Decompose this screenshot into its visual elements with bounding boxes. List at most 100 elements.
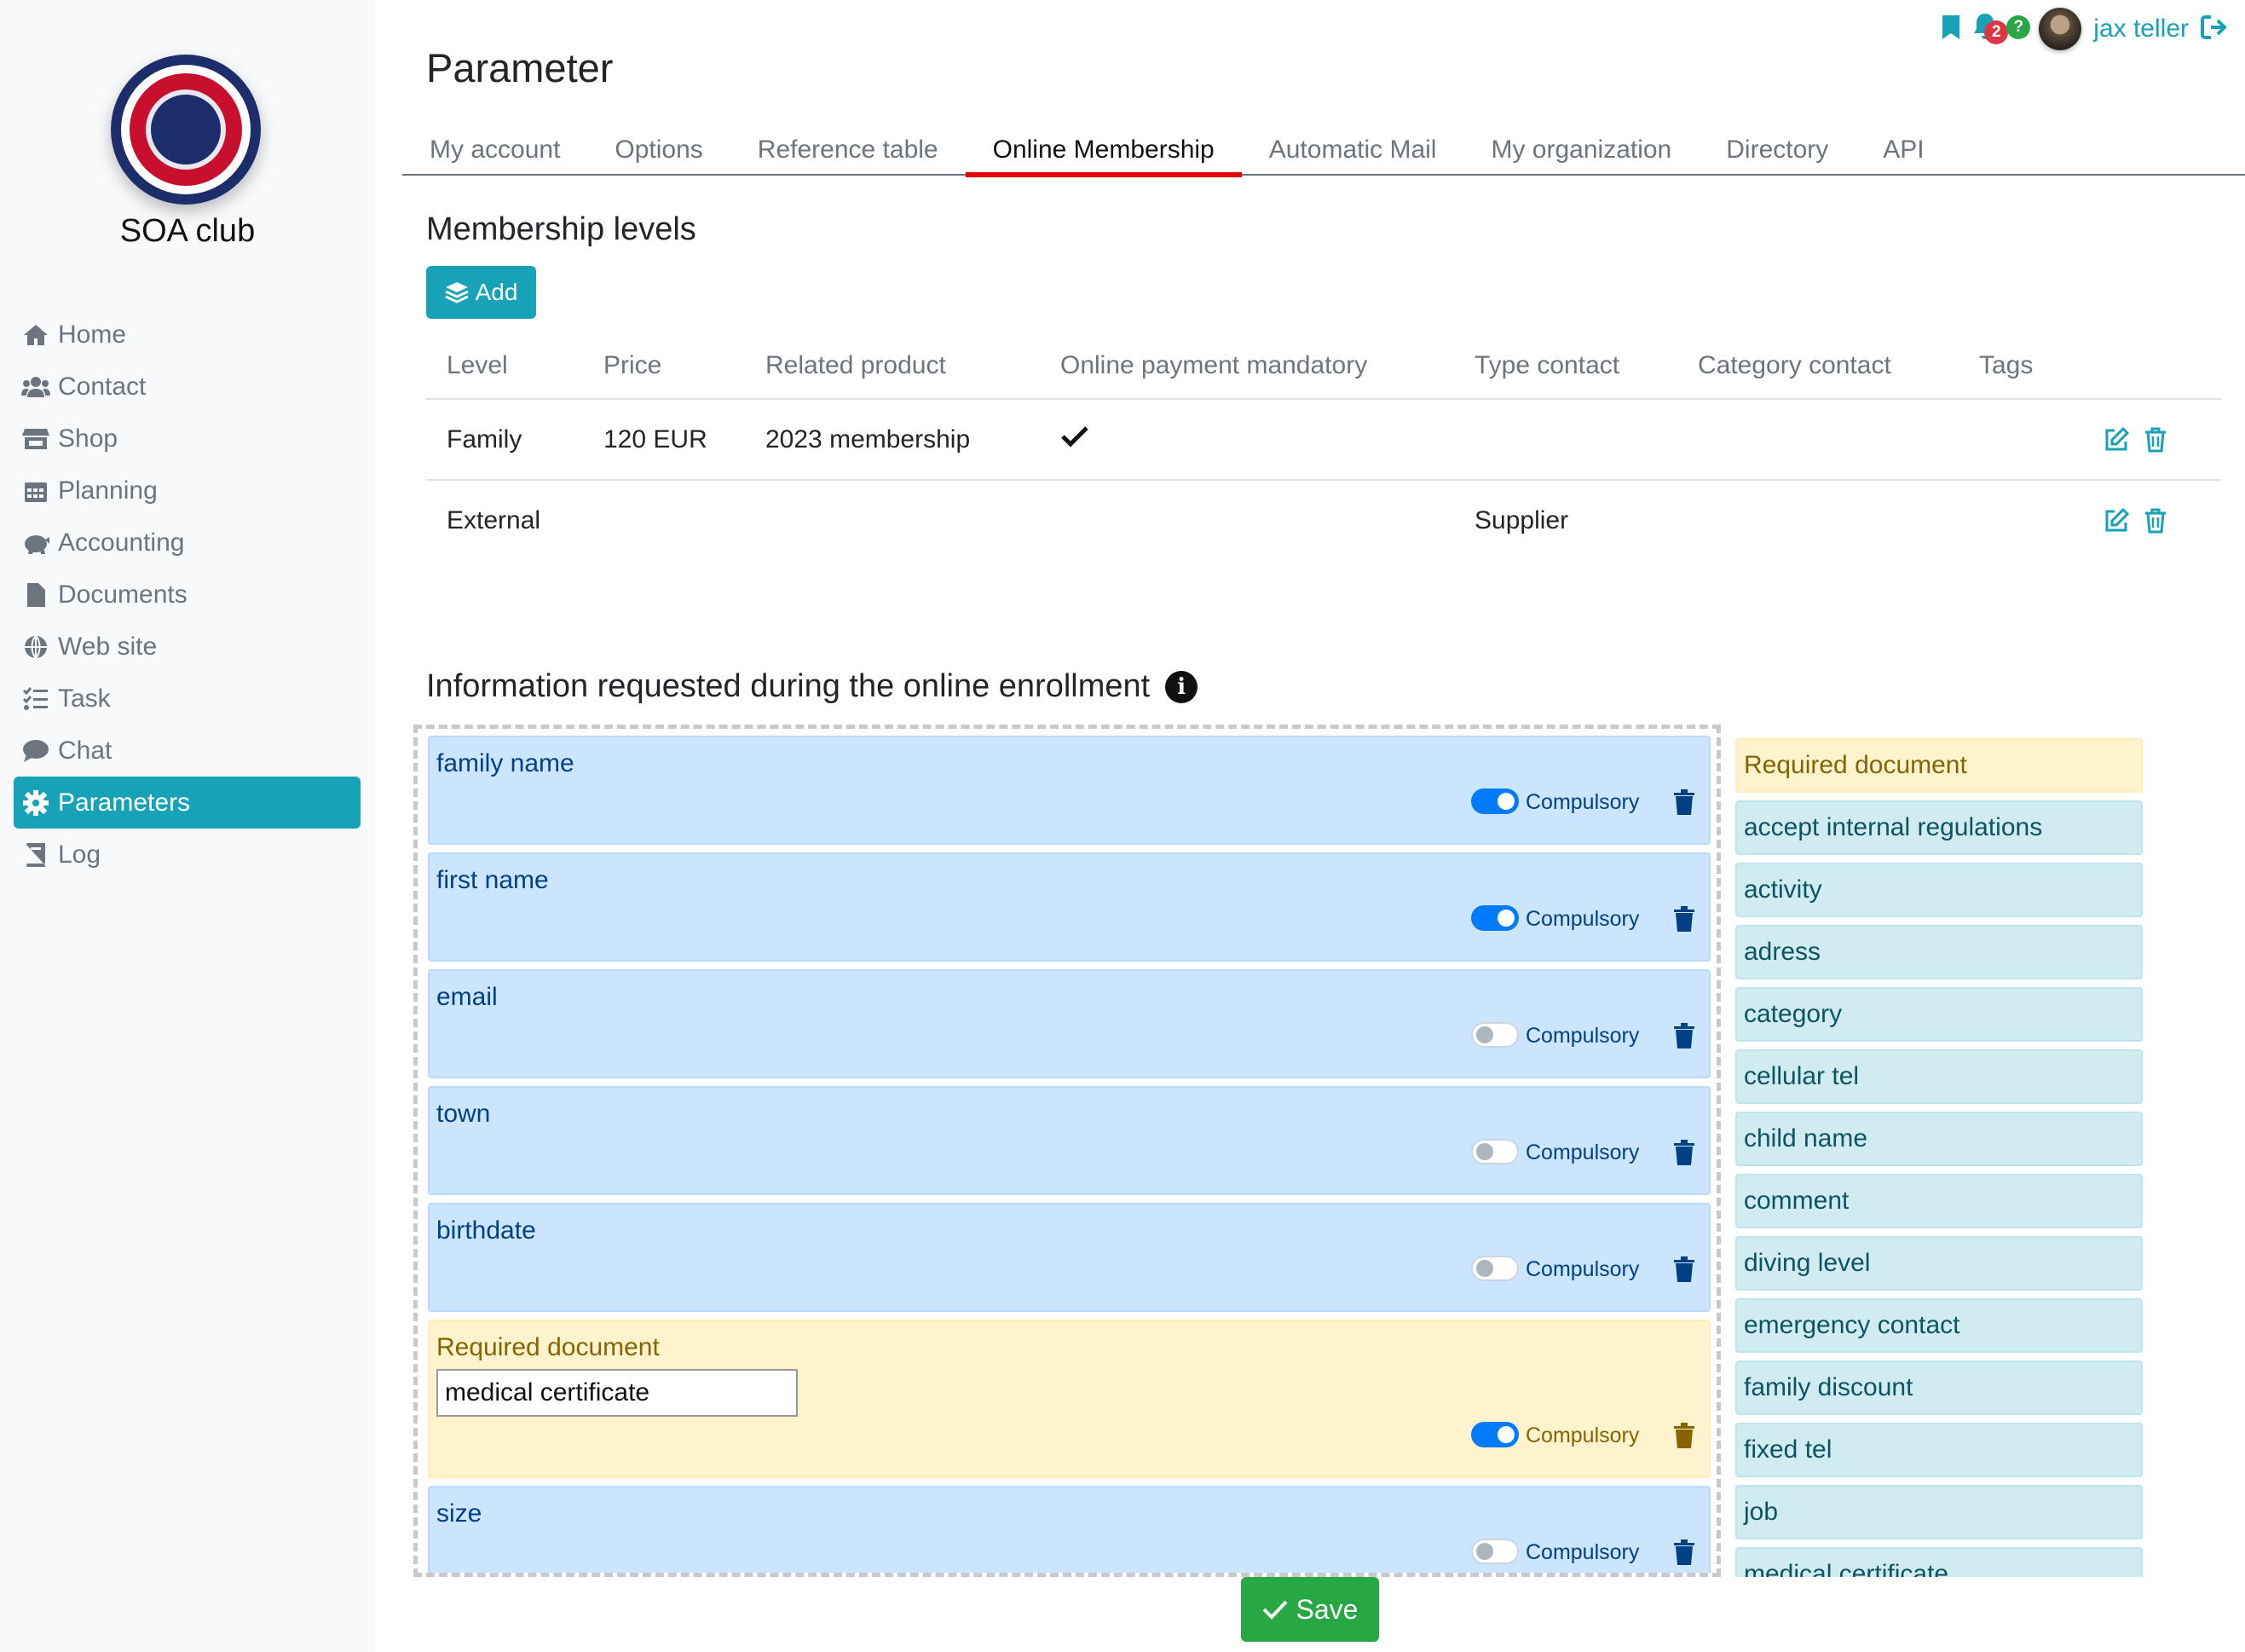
compulsory-toggle[interactable] xyxy=(1471,788,1519,814)
compulsory-label: Compulsory xyxy=(1526,1257,1640,1281)
compulsory-toggle[interactable] xyxy=(1471,1539,1519,1564)
compulsory-toggle[interactable] xyxy=(1471,1139,1519,1164)
sidebar-item-label: Contact xyxy=(58,372,147,401)
tab-options[interactable]: Options xyxy=(587,130,730,176)
sidebar-item-chat[interactable]: Chat xyxy=(14,725,361,777)
sidebar-item-label: Web site xyxy=(58,632,158,661)
available-field-item[interactable]: fixed tel xyxy=(1735,1423,2143,1477)
tab-online-membership[interactable]: Online Membership xyxy=(965,130,1242,177)
user-name[interactable]: jax teller xyxy=(2093,14,2189,43)
payment-mandatory-cell xyxy=(1040,399,1454,481)
sidebar-item-task[interactable]: Task xyxy=(14,673,361,725)
enrollment-field[interactable]: family name Compulsory xyxy=(428,736,1711,845)
add-level-button[interactable]: Add xyxy=(426,266,536,319)
sidebar-item-parameters[interactable]: Parameters xyxy=(14,777,361,829)
sidebar-item-label: Home xyxy=(58,320,127,349)
field-name: Required document xyxy=(436,1333,660,1361)
available-field-item[interactable]: diving level xyxy=(1735,1236,2143,1291)
sidebar-item-web-site[interactable]: Web site xyxy=(14,621,361,673)
tab-automatic-mail[interactable]: Automatic Mail xyxy=(1242,130,1464,176)
tab-my-organization[interactable]: My organization xyxy=(1463,130,1699,176)
available-field-item[interactable]: adress xyxy=(1735,925,2143,979)
logout-icon[interactable] xyxy=(2201,14,2228,44)
available-field-item[interactable]: child name xyxy=(1735,1112,2143,1166)
trash-icon[interactable] xyxy=(1672,1139,1696,1166)
trash-icon[interactable] xyxy=(2141,425,2170,454)
field-name: town xyxy=(436,1100,491,1128)
available-field-item[interactable]: comment xyxy=(1735,1174,2143,1228)
required-document-field[interactable]: Required document Compulsory xyxy=(428,1320,1711,1478)
available-field-item[interactable]: medical certificate xyxy=(1735,1547,2143,1577)
enrollment-field[interactable]: town Compulsory xyxy=(428,1086,1711,1195)
compulsory-label: Compulsory xyxy=(1526,1024,1640,1048)
trash-icon[interactable] xyxy=(1672,1422,1696,1449)
trash-icon[interactable] xyxy=(1672,1022,1696,1049)
bookmark-icon[interactable] xyxy=(1942,14,1960,44)
available-field-item[interactable]: accept internal regulations xyxy=(1735,800,2143,855)
available-field-item[interactable]: family discount xyxy=(1735,1360,2143,1415)
calendar-icon xyxy=(20,478,51,504)
enrollment-field[interactable]: birthdate Compulsory xyxy=(428,1203,1711,1312)
compulsory-toggle[interactable] xyxy=(1471,1256,1519,1281)
available-field-item[interactable]: activity xyxy=(1735,863,2143,917)
compulsory-toggle[interactable] xyxy=(1471,1022,1519,1048)
sidebar-item-label: Parameters xyxy=(58,788,191,817)
enrollment-field[interactable]: email Compulsory xyxy=(428,969,1711,1078)
table-row: External Supplier xyxy=(426,480,2221,561)
compulsory-label: Compulsory xyxy=(1526,1424,1640,1447)
enrollment-fields-dropzone[interactable]: family name Compulsory first name Compulsor… xyxy=(413,725,1721,1577)
membership-levels-heading: Membership levels xyxy=(426,211,696,247)
page-title: Parameter xyxy=(426,45,614,90)
cell-level: Family xyxy=(426,399,583,481)
tab-directory[interactable]: Directory xyxy=(1699,130,1855,176)
check-icon xyxy=(1060,425,1089,454)
edit-icon[interactable] xyxy=(2102,506,2131,535)
tab-reference-table[interactable]: Reference table xyxy=(730,130,966,176)
compulsory-toggle[interactable] xyxy=(1471,905,1519,931)
available-field-item[interactable]: category xyxy=(1735,987,2143,1042)
sidebar-item-log[interactable]: Log xyxy=(14,829,361,881)
compulsory-toggle[interactable] xyxy=(1471,1422,1519,1447)
sidebar-item-shop[interactable]: Shop xyxy=(14,413,361,465)
gear-icon xyxy=(20,789,51,816)
tab-api[interactable]: API xyxy=(1855,130,1951,176)
save-button[interactable]: Save xyxy=(1241,1577,1379,1642)
column-header: Tags xyxy=(1959,332,2044,400)
available-field-item[interactable]: Required document xyxy=(1735,738,2143,793)
tab-my-account[interactable]: My account xyxy=(402,130,587,176)
sidebar-item-documents[interactable]: Documents xyxy=(14,569,361,621)
info-icon[interactable]: i xyxy=(1165,670,1198,703)
field-name: email xyxy=(436,983,498,1011)
globe-icon xyxy=(20,634,51,660)
table-header-row: Level Price Related product Online payment … xyxy=(426,332,2221,400)
cell-price xyxy=(583,480,745,561)
column-header: Price xyxy=(583,332,745,400)
trash-icon[interactable] xyxy=(1672,905,1696,933)
toggle-knob xyxy=(1498,1426,1515,1443)
available-field-item[interactable]: emergency contact xyxy=(1735,1298,2143,1353)
avatar[interactable] xyxy=(2039,8,2082,50)
trash-icon[interactable] xyxy=(1672,1539,1696,1566)
available-field-item[interactable]: cellular tel xyxy=(1735,1049,2143,1104)
help-badge[interactable]: ? xyxy=(2006,15,2031,39)
enrollment-field[interactable]: first name Compulsory xyxy=(428,852,1711,962)
document-name-input[interactable] xyxy=(436,1369,798,1417)
sidebar-item-contact[interactable]: Contact xyxy=(14,361,361,413)
club-logo[interactable] xyxy=(111,55,261,205)
sidebar-item-home[interactable]: Home xyxy=(14,309,361,361)
cell-tags xyxy=(1959,399,2044,481)
trash-icon[interactable] xyxy=(1672,1256,1696,1283)
column-header: Category contact xyxy=(1677,332,1959,400)
available-field-item[interactable]: job xyxy=(1735,1485,2143,1539)
column-header: Related product xyxy=(745,332,1040,400)
sidebar-item-label: Documents xyxy=(58,580,188,609)
membership-levels-table: Level Price Related product Online payment … xyxy=(426,332,2221,561)
enrollment-field[interactable]: size Compulsory xyxy=(428,1486,1711,1573)
notifications-button[interactable]: 2 ? xyxy=(1972,12,2031,46)
trash-icon[interactable] xyxy=(2141,506,2170,535)
sidebar-item-accounting[interactable]: Accounting xyxy=(14,517,361,569)
edit-icon[interactable] xyxy=(2102,425,2131,454)
sidebar-item-planning[interactable]: Planning xyxy=(14,465,361,517)
trash-icon[interactable] xyxy=(1672,788,1696,816)
enrollment-heading-text: Information requested during the online … xyxy=(426,668,1151,704)
